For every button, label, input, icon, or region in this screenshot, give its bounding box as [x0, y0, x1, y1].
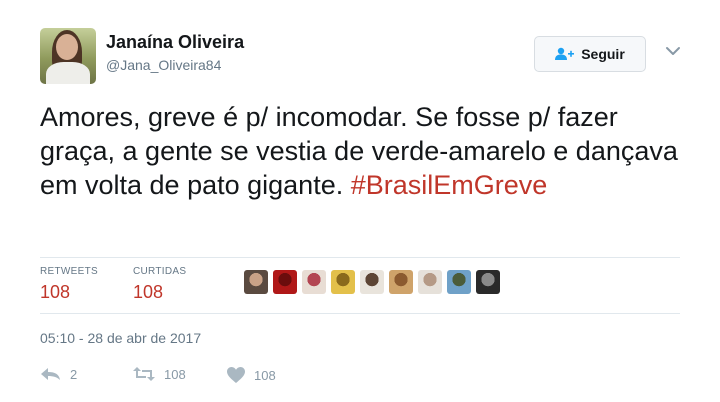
avatar-face [56, 34, 78, 60]
retweet-action[interactable]: 108 [132, 366, 186, 382]
retweets-label: RETWEETS [40, 266, 98, 277]
follow-button-label: Seguir [581, 46, 625, 62]
retweets-count[interactable]: 108 [40, 282, 70, 303]
chevron-down-icon[interactable] [664, 44, 682, 58]
liker-avatar-5[interactable] [360, 270, 384, 294]
tweet-text: Amores, greve é p/ incomodar. Se fosse p… [40, 100, 690, 202]
retweet-icon [133, 367, 155, 381]
follow-button[interactable]: Seguir [534, 36, 646, 72]
like-action[interactable]: 108 [226, 366, 276, 384]
author-handle[interactable]: @Jana_Oliveira84 [106, 57, 221, 73]
liker-avatar-4[interactable] [331, 270, 355, 294]
reply-count: 2 [70, 366, 78, 382]
likes-label: CURTIDAS [133, 266, 187, 277]
tweet-timestamp[interactable]: 05:10 - 28 de abr de 2017 [40, 330, 201, 346]
liker-avatar-6[interactable] [389, 270, 413, 294]
author-name[interactable]: Janaína Oliveira [106, 32, 244, 53]
divider-top [40, 257, 680, 258]
liker-avatar-9[interactable] [476, 270, 500, 294]
liker-avatar-3[interactable] [302, 270, 326, 294]
avatar-body [46, 62, 90, 84]
liker-avatar-1[interactable] [244, 270, 268, 294]
reply-icon [41, 368, 60, 380]
author-avatar[interactable] [40, 28, 96, 84]
liker-avatar-8[interactable] [447, 270, 471, 294]
liker-avatar-7[interactable] [418, 270, 442, 294]
divider-bottom [40, 313, 680, 314]
likes-count[interactable]: 108 [133, 282, 163, 303]
liker-avatars [244, 270, 500, 294]
heart-icon [227, 367, 245, 383]
add-user-icon [555, 47, 575, 60]
retweet-count: 108 [164, 366, 186, 382]
hashtag-link[interactable]: #BrasilEmGreve [351, 170, 548, 200]
reply-action[interactable]: 2 [40, 366, 77, 382]
liker-avatar-2[interactable] [273, 270, 297, 294]
like-count: 108 [254, 367, 276, 383]
